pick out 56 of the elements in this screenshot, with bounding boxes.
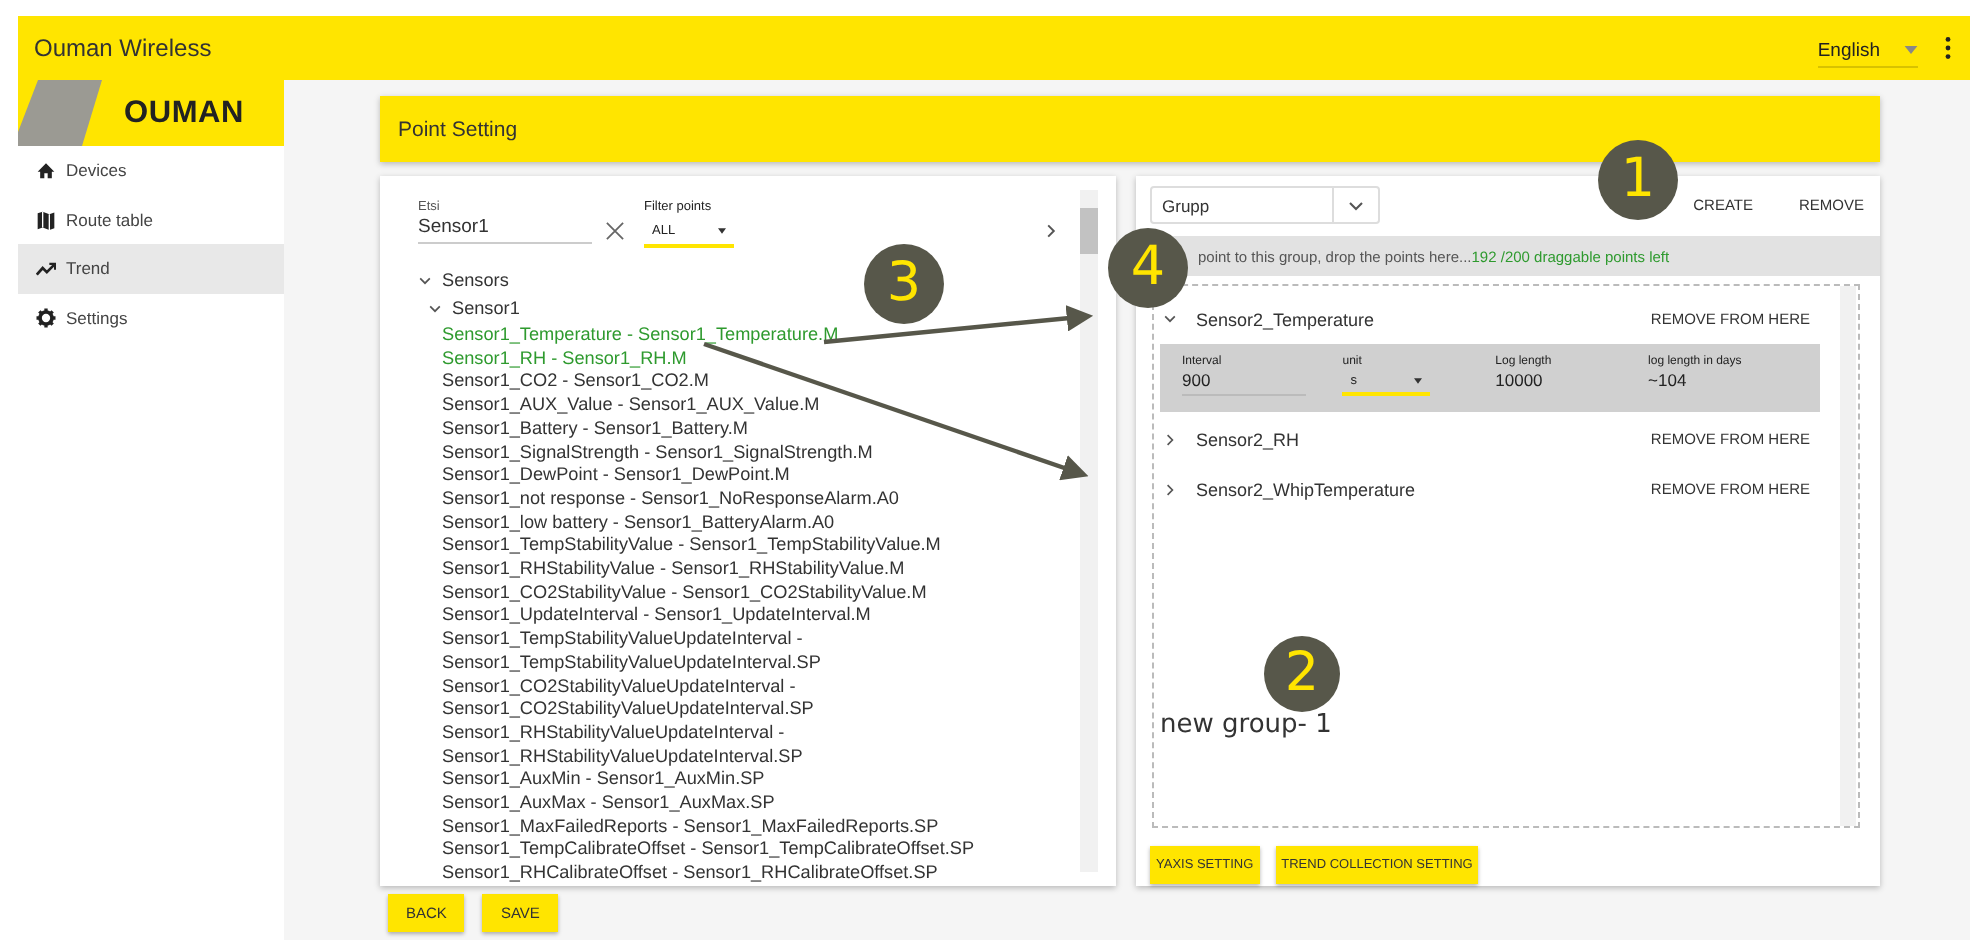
nav-item[interactable]: Route table	[18, 195, 284, 244]
group-title: new group- 1	[1160, 710, 1332, 740]
nav-item[interactable]: Devices	[18, 146, 284, 195]
tree-item[interactable]: Sensors	[442, 270, 509, 294]
scrollbar[interactable]	[1840, 286, 1856, 826]
tree-item[interactable]: Sensor1_UpdateInterval - Sensor1_UpdateInterval.M	[418, 604, 1080, 629]
field-value: ~104	[1648, 370, 1689, 390]
more-icon[interactable]	[1944, 36, 1952, 60]
tree-item[interactable]: Sensor1_TempStabilityValueUpdateInterval - Sensor1_TempStabilityValueUpdateInterval.SP	[418, 628, 1080, 676]
tree-item[interactable]: Sensor1_AuxMin - Sensor1_AuxMin.SP	[418, 768, 1080, 793]
tree-item[interactable]: Sensor1_CO2 - Sensor1_CO2.M	[418, 370, 1080, 395]
tree-item[interactable]: Sensor1_RHStabilityValue - Sensor1_RHStabilityValue.M	[418, 558, 1080, 582]
tree-item[interactable]: Sensor1_SignalStrength - Sensor1_SignalStrength.M	[418, 441, 1080, 465]
page-title: Point Setting	[398, 117, 518, 141]
caret-icon	[1904, 46, 1918, 54]
tree-item[interactable]: Sensor1_CO2StabilityValue - Sensor1_CO2StabilityValue.M	[418, 581, 1080, 605]
tree-item[interactable]: Sensor1_Battery - Sensor1_Battery.M	[418, 417, 1080, 442]
map-icon	[36, 209, 56, 230]
chevron-down-icon[interactable]	[428, 304, 442, 316]
chevron-down-icon	[1348, 199, 1364, 211]
tree-item[interactable]: Sensor1_AUX_Value - Sensor1_AUX_Value.M	[418, 394, 1080, 418]
tree-item[interactable]: Sensor1_CO2StabilityValueUpdateInterval - Sensor1_CO2StabilityValueUpdateInterval.SP	[418, 675, 1080, 722]
group-point-name: Sensor2_Temperature	[1196, 309, 1375, 329]
tree-item[interactable]: Sensor1_DewPoint - Sensor1_DewPoint.M	[418, 464, 1080, 488]
gear-icon	[36, 307, 56, 328]
logo: OUMAN	[18, 80, 284, 146]
chevron-right-icon[interactable]	[1044, 224, 1058, 238]
close-icon[interactable]	[606, 222, 624, 240]
tree-item[interactable]: Sensor1_not response - Sensor1_NoResponseAlarm.A0	[418, 487, 1080, 512]
tree-item[interactable]: Sensor1_low battery - Sensor1_BatteryAlarm.A0	[418, 511, 1080, 535]
caret-icon	[718, 228, 726, 234]
tree-item[interactable]: Sensor1_AuxMax - Sensor1_AuxMax.SP	[418, 792, 1080, 816]
tree-item[interactable]: Sensor1_RHStabilityValueUpdateInterval - Sensor1_RHStabilityValueUpdateInterval.SP	[418, 721, 1080, 769]
field-value: 10000	[1495, 370, 1545, 390]
group-point-name: Sensor2_WhipTemperature	[1196, 479, 1416, 499]
language-select[interactable]: English	[1817, 35, 1918, 67]
chevron-right-icon[interactable]	[1164, 483, 1176, 495]
chevron-down-icon[interactable]	[1164, 313, 1176, 325]
tree-item[interactable]: Sensor1_TempCalibrateOffset - Sensor1_TempCalibrateOffset.SP	[418, 838, 1080, 863]
tree-item[interactable]: Sensor1_Temperature - Sensor1_Temperature.M	[418, 324, 1080, 348]
chevron-down-icon[interactable]	[418, 276, 432, 288]
tree-item[interactable]: Sensor1_RH - Sensor1_RH.M	[418, 347, 1080, 371]
nav-item[interactable]: Settings	[18, 293, 284, 342]
home-icon	[36, 160, 56, 181]
chevron-right-icon[interactable]	[1164, 433, 1176, 445]
trend-icon	[36, 258, 56, 279]
tree-item[interactable]: Sensor1_TempStabilityValue - Sensor1_TempStabilityValue.M	[418, 534, 1080, 559]
caret-icon	[1414, 378, 1423, 384]
scrollbar[interactable]	[1080, 190, 1098, 872]
group-point-name: Sensor2_RH	[1196, 429, 1300, 449]
tree-item[interactable]: Sensor1	[452, 298, 520, 322]
app-title: Ouman Wireless	[34, 34, 212, 62]
nav-item[interactable]: Trend	[18, 244, 284, 293]
tree-item[interactable]: Sensor1_RHCalibrateOffset - Sensor1_RHCalibrateOffset.SP	[418, 862, 1080, 886]
group-select[interactable]: Grupp	[1150, 186, 1380, 224]
tree-item[interactable]: Sensor1_MaxFailedReports - Sensor1_MaxFailedReports.SP	[418, 815, 1080, 839]
